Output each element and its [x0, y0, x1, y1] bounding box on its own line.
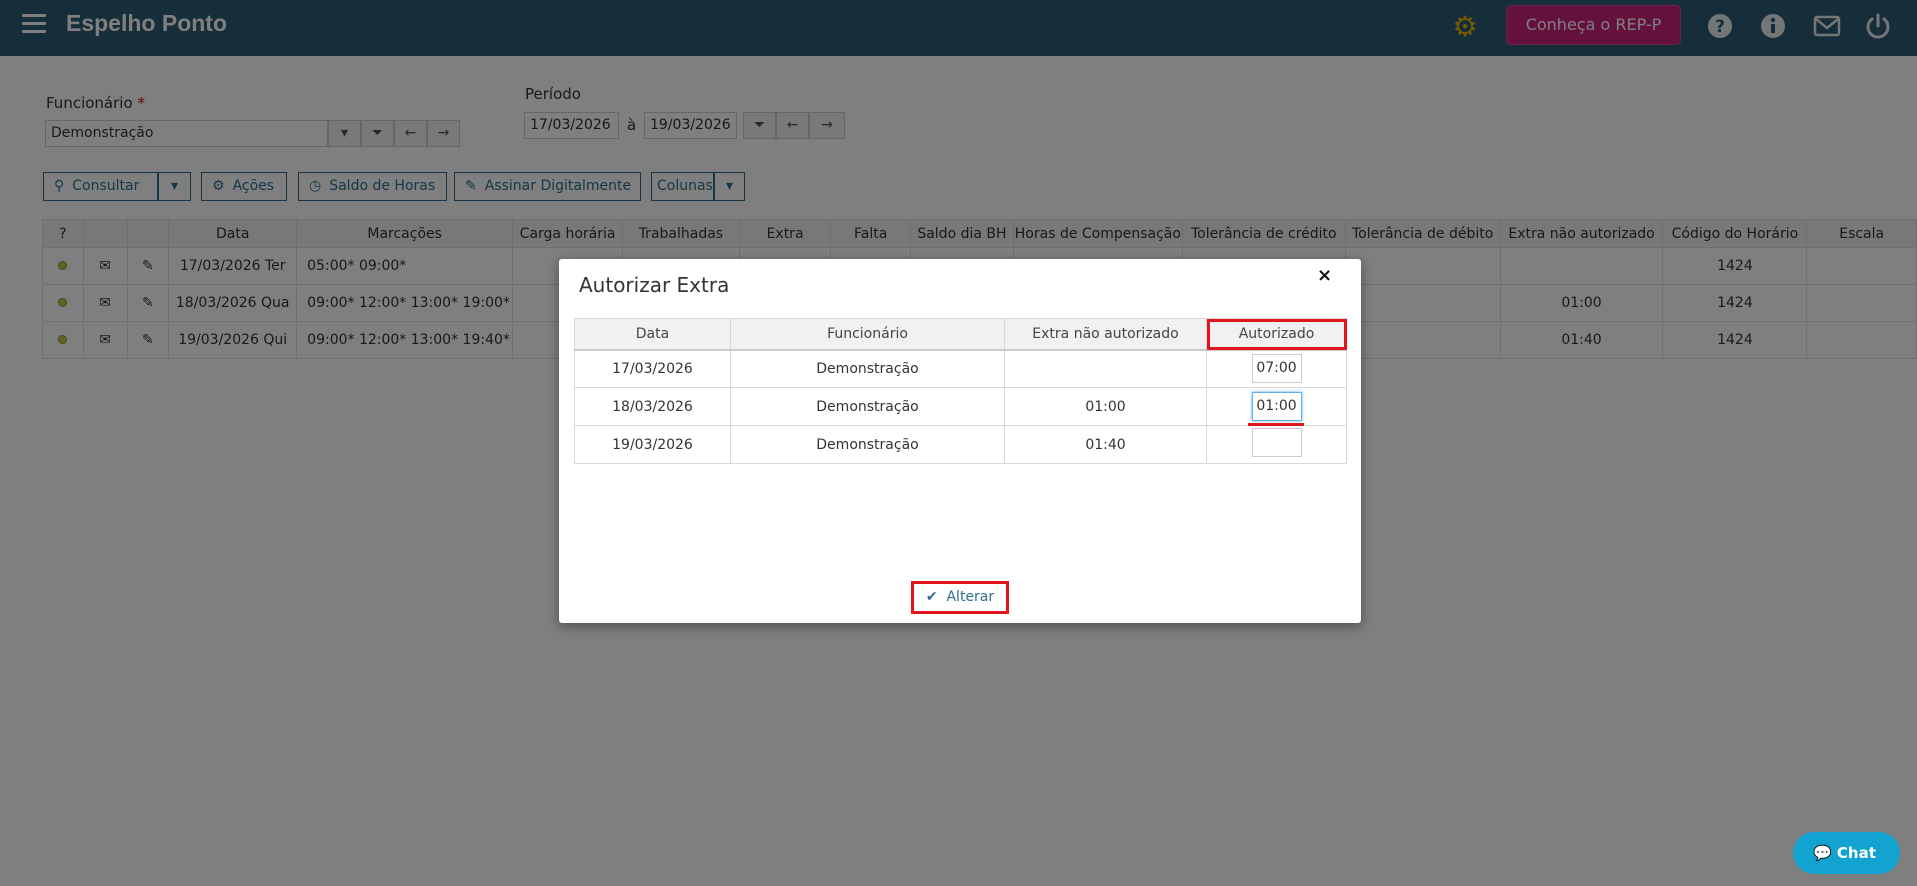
chat-bubble-icon: 💬	[1813, 844, 1832, 862]
chat-button[interactable]: 💬 Chat	[1793, 832, 1900, 874]
autorizado-input-focused[interactable]: 01:00	[1251, 392, 1302, 421]
col-funcionario[interactable]: Funcionário	[730, 318, 1005, 350]
alterar-button[interactable]: ✔ Alterar	[911, 581, 1009, 614]
autorizar-table: Data Funcionário Extra não autorizado Au…	[574, 318, 1347, 464]
table-row: 18/03/2026 Demonstração 01:00 01:00	[574, 387, 1347, 426]
close-icon[interactable]: ×	[1317, 265, 1332, 286]
modal-title: Autorizar Extra	[579, 273, 730, 297]
table-row: 19/03/2026 Demonstração 01:40	[574, 425, 1347, 464]
autorizado-input[interactable]: 07:00	[1251, 354, 1302, 384]
col-autorizado[interactable]: Autorizado	[1206, 318, 1347, 350]
autorizado-input[interactable]	[1251, 428, 1302, 457]
col-extra-nao-autorizado[interactable]: Extra não autorizado	[1004, 318, 1207, 350]
autorizar-extra-modal: Autorizar Extra × Data Funcionário Extra…	[559, 259, 1361, 623]
check-icon: ✔	[925, 589, 938, 605]
col-data[interactable]: Data	[574, 318, 731, 350]
table-row: 17/03/2026 Demonstração 07:00	[574, 348, 1347, 388]
highlight-underline	[1248, 423, 1304, 426]
